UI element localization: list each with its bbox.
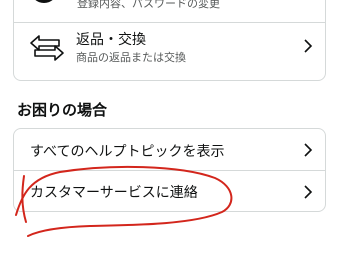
- help-page: 登録内容、パスワードの変更 返品・交換 商品の返品または交換 お困りの場合 すべ…: [0, 0, 340, 267]
- help-topics-label: すべてのヘルプトピックを表示: [30, 144, 225, 160]
- contact-customer-service-row[interactable]: カスタマーサービスに連絡: [14, 170, 325, 212]
- return-exchange-icon: [29, 33, 65, 67]
- login-security-subtitle: 登録内容、パスワードの変更: [77, 0, 220, 10]
- chevron-right-icon: [303, 184, 313, 199]
- chevron-right-icon: [303, 142, 313, 157]
- chevron-right-icon: [303, 38, 313, 53]
- contact-customer-service-label: カスタマーサービスに連絡: [30, 185, 198, 201]
- returns-title: 返品・交換: [76, 32, 146, 48]
- returns-subtitle: 商品の返品または交換: [76, 51, 186, 64]
- help-section-heading: お困りの場合: [17, 101, 108, 119]
- help-topics-row[interactable]: すべてのヘルプトピックを表示: [14, 129, 325, 170]
- returns-row[interactable]: 返品・交換 商品の返品または交換: [14, 22, 325, 81]
- help-options-card: すべてのヘルプトピックを表示 カスタマーサービスに連絡: [13, 128, 326, 212]
- account-options-card: 登録内容、パスワードの変更 返品・交換 商品の返品または交換: [13, 0, 326, 81]
- account-icon: [30, 0, 58, 9]
